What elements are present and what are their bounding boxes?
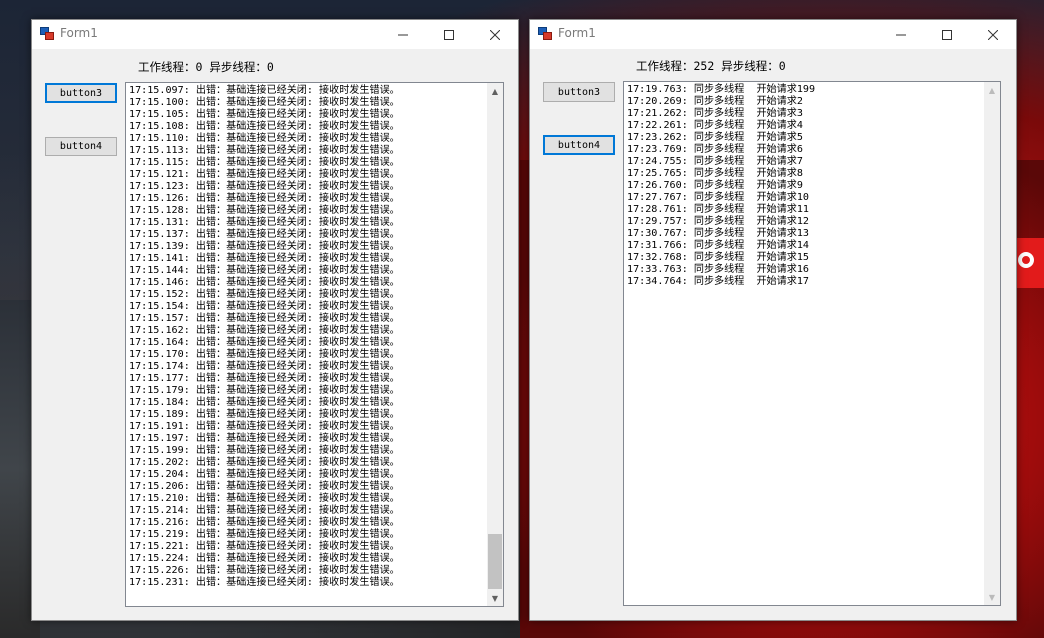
scroll-down-icon[interactable]: ▼ bbox=[487, 590, 503, 606]
list-item[interactable]: 17:32.768: 同步多线程 开始请求15 bbox=[627, 252, 815, 264]
list-item[interactable]: 17:15.097: 出错：基础连接已经关闭: 接收时发生错误。 bbox=[129, 85, 400, 97]
list-item[interactable]: 17:15.184: 出错：基础连接已经关闭: 接收时发生错误。 bbox=[129, 397, 400, 409]
list-item[interactable]: 17:15.157: 出错：基础连接已经关闭: 接收时发生错误。 bbox=[129, 313, 400, 325]
button4[interactable]: button4 bbox=[543, 135, 615, 155]
list-item[interactable]: 17:15.179: 出错：基础连接已经关闭: 接收时发生错误。 bbox=[129, 385, 400, 397]
list-item[interactable]: 17:15.139: 出错：基础连接已经关闭: 接收时发生错误。 bbox=[129, 241, 400, 253]
list-item[interactable]: 17:15.174: 出错：基础连接已经关闭: 接收时发生错误。 bbox=[129, 361, 400, 373]
list-item[interactable]: 17:33.763: 同步多线程 开始请求16 bbox=[627, 264, 815, 276]
list-item[interactable]: 17:15.108: 出错：基础连接已经关闭: 接收时发生错误。 bbox=[129, 121, 400, 133]
log-listbox[interactable]: 17:19.763: 同步多线程 开始请求199 17:20.269: 同步多线程… bbox=[623, 81, 1001, 606]
maximize-icon bbox=[942, 29, 952, 40]
list-item[interactable]: 17:23.262: 同步多线程 开始请求5 bbox=[627, 132, 815, 144]
log-lines: 17:19.763: 同步多线程 开始请求199 17:20.269: 同步多线程… bbox=[627, 84, 815, 288]
background-logo-icon bbox=[1016, 238, 1044, 288]
list-item[interactable]: 17:15.113: 出错：基础连接已经关闭: 接收时发生错误。 bbox=[129, 145, 400, 157]
list-item[interactable]: 17:15.131: 出错：基础连接已经关闭: 接收时发生错误。 bbox=[129, 217, 400, 229]
list-item[interactable]: 17:15.128: 出错：基础连接已经关闭: 接收时发生错误。 bbox=[129, 205, 400, 217]
list-item[interactable]: 17:15.177: 出错：基础连接已经关闭: 接收时发生错误。 bbox=[129, 373, 400, 385]
list-item[interactable]: 17:15.199: 出错：基础连接已经关闭: 接收时发生错误。 bbox=[129, 445, 400, 457]
window-title: Form1 bbox=[60, 26, 98, 40]
list-item[interactable]: 17:22.261: 同步多线程 开始请求4 bbox=[627, 120, 815, 132]
list-item[interactable]: 17:15.137: 出错：基础连接已经关闭: 接收时发生错误。 bbox=[129, 229, 400, 241]
maximize-button[interactable] bbox=[924, 20, 970, 49]
window-title: Form1 bbox=[558, 26, 596, 40]
list-item[interactable]: 17:15.100: 出错：基础连接已经关闭: 接收时发生错误。 bbox=[129, 97, 400, 109]
list-item[interactable]: 17:15.164: 出错：基础连接已经关闭: 接收时发生错误。 bbox=[129, 337, 400, 349]
list-item[interactable]: 17:15.170: 出错：基础连接已经关闭: 接收时发生错误。 bbox=[129, 349, 400, 361]
list-item[interactable]: 17:15.216: 出错：基础连接已经关闭: 接收时发生错误。 bbox=[129, 517, 400, 529]
close-button[interactable] bbox=[970, 20, 1016, 49]
title-bar[interactable]: Form1 bbox=[530, 20, 1016, 49]
list-item[interactable]: 17:27.767: 同步多线程 开始请求10 bbox=[627, 192, 815, 204]
list-item[interactable]: 17:15.162: 出错：基础连接已经关闭: 接收时发生错误。 bbox=[129, 325, 400, 337]
log-listbox[interactable]: 17:15.097: 出错：基础连接已经关闭: 接收时发生错误。 17:15.10… bbox=[125, 82, 504, 607]
list-item[interactable]: 17:15.191: 出错：基础连接已经关闭: 接收时发生错误。 bbox=[129, 421, 400, 433]
log-lines: 17:15.097: 出错：基础连接已经关闭: 接收时发生错误。 17:15.10… bbox=[129, 85, 400, 589]
list-item[interactable]: 17:34.764: 同步多线程 开始请求17 bbox=[627, 276, 815, 288]
list-item[interactable]: 17:15.126: 出错：基础连接已经关闭: 接收时发生错误。 bbox=[129, 193, 400, 205]
close-icon bbox=[988, 29, 998, 40]
scroll-up-icon[interactable]: ▲ bbox=[984, 82, 1000, 98]
button3[interactable]: button3 bbox=[543, 82, 615, 102]
minimize-button[interactable] bbox=[878, 20, 924, 49]
list-item[interactable]: 17:15.115: 出错：基础连接已经关闭: 接收时发生错误。 bbox=[129, 157, 400, 169]
list-item[interactable]: 17:15.226: 出错：基础连接已经关闭: 接收时发生错误。 bbox=[129, 565, 400, 577]
list-item[interactable]: 17:25.765: 同步多线程 开始请求8 bbox=[627, 168, 815, 180]
button3[interactable]: button3 bbox=[45, 83, 117, 103]
list-item[interactable]: 17:15.121: 出错：基础连接已经关闭: 接收时发生错误。 bbox=[129, 169, 400, 181]
list-item[interactable]: 17:30.767: 同步多线程 开始请求13 bbox=[627, 228, 815, 240]
title-bar[interactable]: Form1 bbox=[32, 20, 518, 49]
list-item[interactable]: 17:15.146: 出错：基础连接已经关闭: 接收时发生错误。 bbox=[129, 277, 400, 289]
list-item[interactable]: 17:15.219: 出错：基础连接已经关闭: 接收时发生错误。 bbox=[129, 529, 400, 541]
list-item[interactable]: 17:15.189: 出错：基础连接已经关闭: 接收时发生错误。 bbox=[129, 409, 400, 421]
minimize-icon bbox=[896, 34, 906, 35]
thread-status-label: 工作线程：0 异步线程：0 bbox=[138, 60, 274, 74]
list-item[interactable]: 17:15.204: 出错：基础连接已经关闭: 接收时发生错误。 bbox=[129, 469, 400, 481]
vertical-scrollbar[interactable]: ▲ ▼ bbox=[984, 82, 1000, 605]
list-item[interactable]: 17:28.761: 同步多线程 开始请求11 bbox=[627, 204, 815, 216]
maximize-button[interactable] bbox=[426, 20, 472, 49]
list-item[interactable]: 17:19.763: 同步多线程 开始请求199 bbox=[627, 84, 815, 96]
list-item[interactable]: 17:15.231: 出错：基础连接已经关闭: 接收时发生错误。 bbox=[129, 577, 400, 589]
list-item[interactable]: 17:21.262: 同步多线程 开始请求3 bbox=[627, 108, 815, 120]
minimize-icon bbox=[398, 34, 408, 35]
list-item[interactable]: 17:15.197: 出错：基础连接已经关闭: 接收时发生错误。 bbox=[129, 433, 400, 445]
list-item[interactable]: 17:15.206: 出错：基础连接已经关闭: 接收时发生错误。 bbox=[129, 481, 400, 493]
list-item[interactable]: 17:29.757: 同步多线程 开始请求12 bbox=[627, 216, 815, 228]
list-item[interactable]: 17:15.110: 出错：基础连接已经关闭: 接收时发生错误。 bbox=[129, 133, 400, 145]
right-form-window: Form1 工作线程：252 异步线程：0 button3 button4 17… bbox=[529, 19, 1017, 621]
scroll-up-icon[interactable]: ▲ bbox=[487, 83, 503, 99]
list-item[interactable]: 17:15.210: 出错：基础连接已经关闭: 接收时发生错误。 bbox=[129, 493, 400, 505]
button4[interactable]: button4 bbox=[45, 137, 117, 156]
maximize-icon bbox=[444, 29, 454, 40]
app-icon[interactable] bbox=[40, 27, 54, 40]
list-item[interactable]: 17:15.214: 出错：基础连接已经关闭: 接收时发生错误。 bbox=[129, 505, 400, 517]
scroll-down-icon[interactable]: ▼ bbox=[984, 589, 1000, 605]
list-item[interactable]: 17:26.760: 同步多线程 开始请求9 bbox=[627, 180, 815, 192]
list-item[interactable]: 17:15.224: 出错：基础连接已经关闭: 接收时发生错误。 bbox=[129, 553, 400, 565]
list-item[interactable]: 17:24.755: 同步多线程 开始请求7 bbox=[627, 156, 815, 168]
list-item[interactable]: 17:15.221: 出错：基础连接已经关闭: 接收时发生错误。 bbox=[129, 541, 400, 553]
vertical-scrollbar[interactable]: ▲ ▼ bbox=[487, 83, 503, 606]
list-item[interactable]: 17:20.269: 同步多线程 开始请求2 bbox=[627, 96, 815, 108]
list-item[interactable]: 17:15.152: 出错：基础连接已经关闭: 接收时发生错误。 bbox=[129, 289, 400, 301]
list-item[interactable]: 17:15.144: 出错：基础连接已经关闭: 接收时发生错误。 bbox=[129, 265, 400, 277]
list-item[interactable]: 17:15.141: 出错：基础连接已经关闭: 接收时发生错误。 bbox=[129, 253, 400, 265]
list-item[interactable]: 17:15.123: 出错：基础连接已经关闭: 接收时发生错误。 bbox=[129, 181, 400, 193]
close-button[interactable] bbox=[472, 20, 518, 49]
app-icon[interactable] bbox=[538, 27, 552, 40]
left-form-window: Form1 工作线程：0 异步线程：0 button3 button4 17:1… bbox=[31, 19, 519, 621]
list-item[interactable]: 17:15.154: 出错：基础连接已经关闭: 接收时发生错误。 bbox=[129, 301, 400, 313]
list-item[interactable]: 17:15.105: 出错：基础连接已经关闭: 接收时发生错误。 bbox=[129, 109, 400, 121]
scroll-thumb[interactable] bbox=[488, 534, 502, 589]
thread-status-label: 工作线程：252 异步线程：0 bbox=[636, 59, 786, 73]
close-icon bbox=[490, 29, 500, 40]
list-item[interactable]: 17:23.769: 同步多线程 开始请求6 bbox=[627, 144, 815, 156]
list-item[interactable]: 17:31.766: 同步多线程 开始请求14 bbox=[627, 240, 815, 252]
minimize-button[interactable] bbox=[380, 20, 426, 49]
list-item[interactable]: 17:15.202: 出错：基础连接已经关闭: 接收时发生错误。 bbox=[129, 457, 400, 469]
